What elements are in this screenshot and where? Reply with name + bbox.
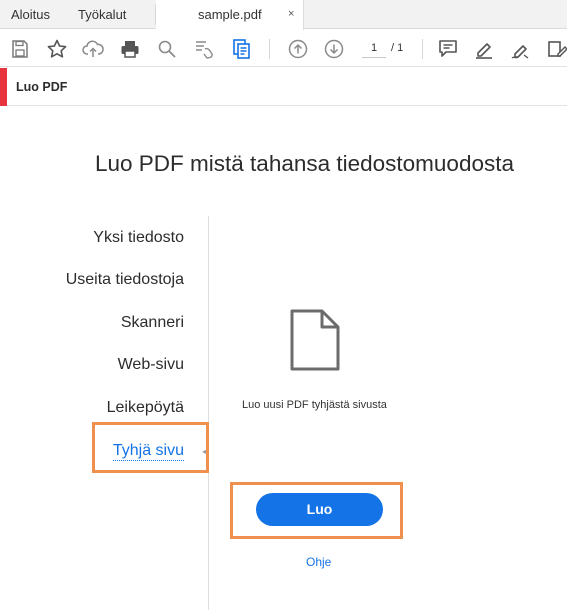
tab-document[interactable]: sample.pdf × bbox=[156, 0, 304, 30]
tab-document-label: sample.pdf bbox=[198, 7, 262, 22]
source-options-list: Yksi tiedosto Useita tiedostoja Skanneri… bbox=[0, 216, 208, 610]
page-title: Luo PDF mistä tahansa tiedostomuodosta bbox=[95, 151, 514, 176]
highlight-box-blank-page bbox=[92, 422, 209, 473]
select-tool-icon[interactable] bbox=[192, 37, 216, 61]
print-icon[interactable] bbox=[118, 37, 142, 61]
tab-tools[interactable]: Työkalut bbox=[78, 0, 126, 29]
tool-header-title: Luo PDF bbox=[16, 80, 68, 94]
tool-header: Luo PDF bbox=[0, 68, 567, 106]
page-down-icon[interactable] bbox=[322, 37, 346, 61]
highlight-box-create-button bbox=[230, 482, 403, 539]
comment-icon[interactable] bbox=[436, 37, 460, 61]
star-icon[interactable] bbox=[45, 37, 69, 61]
highlight-pen-icon[interactable] bbox=[472, 37, 496, 61]
blank-document-icon bbox=[290, 309, 340, 371]
tool-header-accent bbox=[0, 68, 7, 106]
toolbar: 1 / 1 bbox=[0, 30, 567, 67]
create-pdf-icon[interactable] bbox=[230, 37, 254, 61]
option-clipboard[interactable]: Leikepöytä bbox=[107, 398, 184, 418]
option-single-file[interactable]: Yksi tiedosto bbox=[93, 228, 184, 248]
options-divider bbox=[208, 216, 209, 610]
option-description: Luo uusi PDF tyhjästä sivusta bbox=[242, 399, 387, 411]
page-number-input[interactable]: 1 bbox=[362, 38, 386, 58]
close-tab-icon[interactable]: × bbox=[288, 0, 294, 29]
option-multiple-files[interactable]: Useita tiedostoja bbox=[66, 270, 184, 290]
tab-home[interactable]: Aloitus bbox=[11, 0, 50, 29]
toolbar-divider bbox=[269, 39, 270, 59]
tab-bar: Aloitus Työkalut sample.pdf × bbox=[0, 0, 567, 30]
page-total: / 1 bbox=[391, 42, 404, 54]
toolbar-divider bbox=[422, 39, 423, 59]
option-scanner[interactable]: Skanneri bbox=[121, 313, 184, 333]
page-up-icon[interactable] bbox=[286, 37, 310, 61]
help-link[interactable]: Ohje bbox=[306, 554, 331, 570]
option-web-page[interactable]: Web-sivu bbox=[118, 355, 184, 375]
sign-icon[interactable] bbox=[509, 37, 533, 61]
save-icon[interactable] bbox=[8, 37, 32, 61]
cloud-upload-icon[interactable] bbox=[81, 37, 105, 61]
edit-pdf-icon[interactable] bbox=[545, 37, 567, 61]
zoom-icon[interactable] bbox=[155, 37, 179, 61]
